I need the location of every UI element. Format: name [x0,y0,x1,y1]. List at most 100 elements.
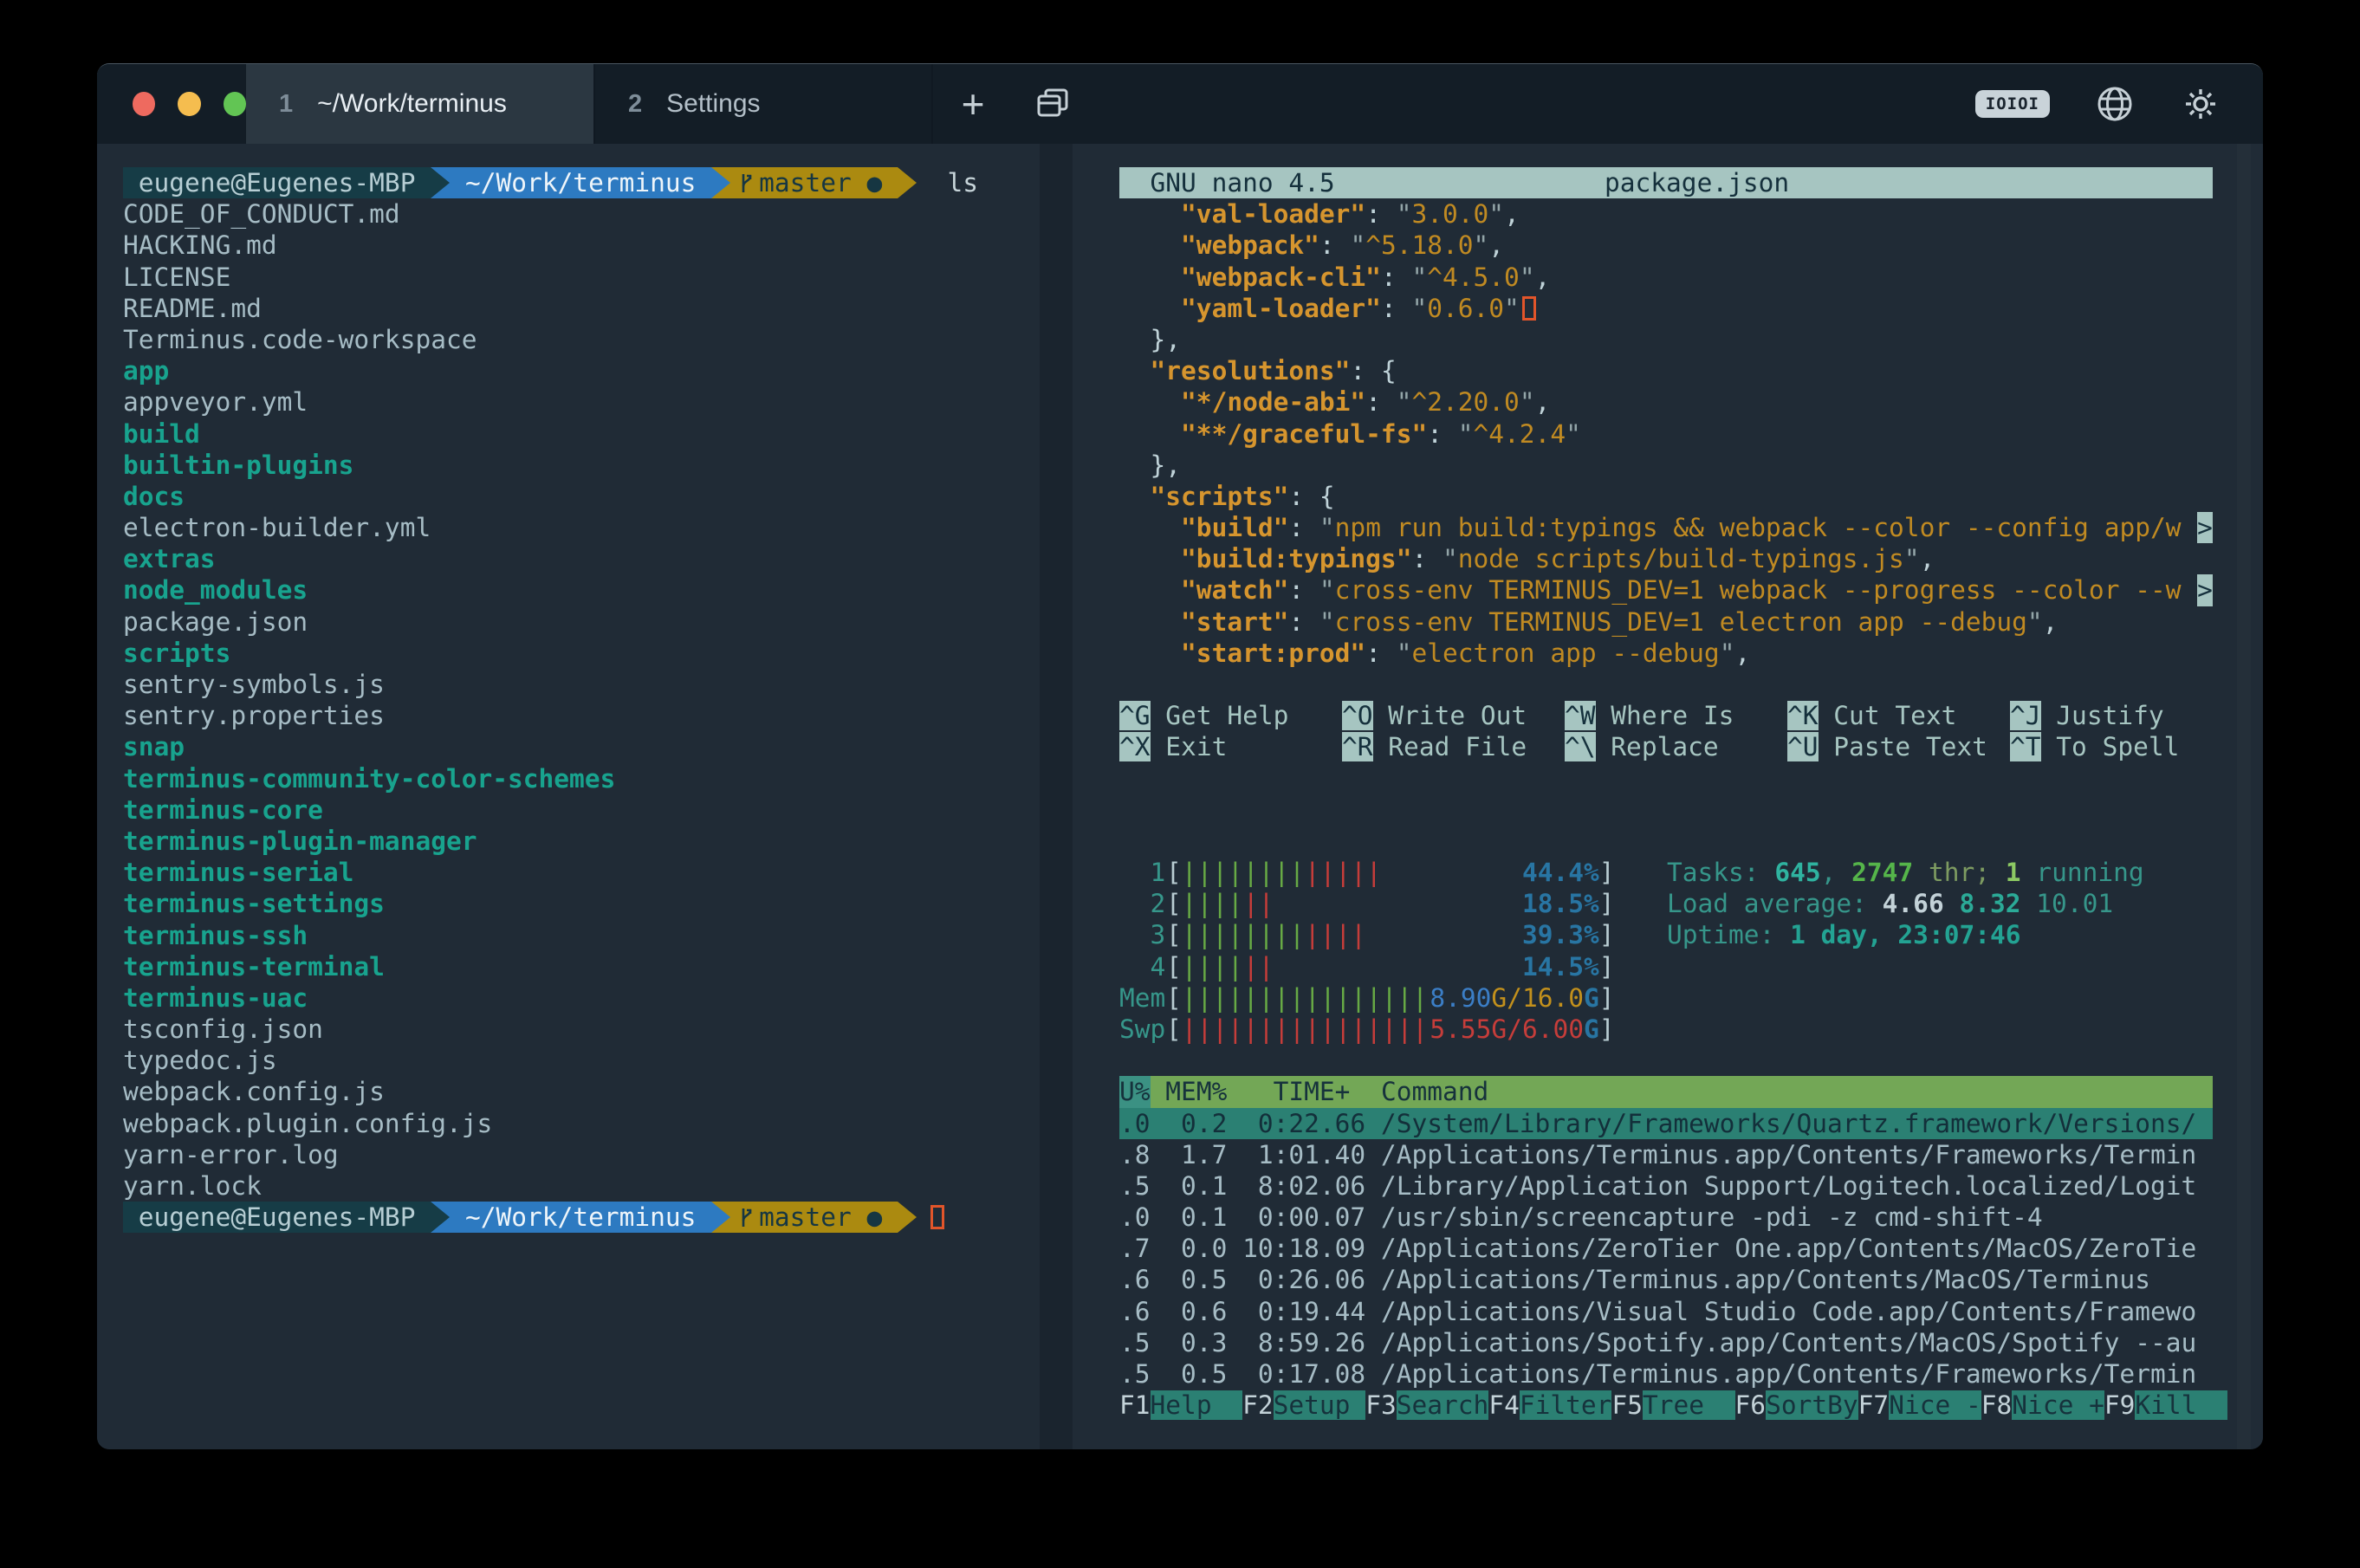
file-list-item: node_modules [123,574,1041,606]
htop-fkey: F4Filter [1488,1390,1611,1421]
tab-work-terminus[interactable]: 1 ~/Work/terminus [246,64,595,144]
shell-prompt: eugene@Eugenes-MBP ~/Work/terminus maste… [123,1202,1041,1233]
process-row[interactable]: .6 0.5 0:26.06 /Applications/Terminus.ap… [1119,1264,2213,1295]
file-list-item: appveyor.yml [123,386,1041,418]
split-pane-icon[interactable] [1013,64,1092,144]
process-row[interactable]: .0 0.2 0:22.66 /System/Library/Framework… [1119,1108,2213,1139]
file-list-item: extras [123,543,1041,574]
htop-table-header[interactable]: U% MEM% TIME+ Command [1119,1076,2213,1107]
htop-fkey: F7Nice - [1858,1390,1981,1421]
tab-title: ~/Work/terminus [317,89,507,119]
tab-number: 1 [279,90,293,119]
file-list-item: terminus-ssh [123,920,1041,951]
globe-icon[interactable] [2095,84,2135,124]
zoom-window-button[interactable] [224,92,246,116]
scrollbar-track[interactable] [2237,144,2251,1449]
prompt-path-segment: ~/Work/terminus [450,167,711,198]
terminus-window: 1 ~/Work/terminus 2 Settings + IOIOI [97,63,2263,1449]
process-row[interactable]: .5 0.5 0:17.08 /Applications/Terminus.ap… [1119,1358,2213,1390]
nano-line: "yaml-loader": "0.6.0" [1119,293,2213,324]
htop-stat-line: Uptime: 1 day, 23:07:46 [1667,919,2144,950]
process-row[interactable]: .0 0.1 0:00.07 /usr/sbin/screencapture -… [1119,1202,2213,1233]
nano-line: "resolutions": { [1119,355,2213,386]
shell-prompt: eugene@Eugenes-MBP ~/Work/terminus maste… [123,167,1041,198]
nano-line: "*/node-abi": "^2.20.0", [1119,386,2213,418]
htop-fkey: F5Tree [1611,1390,1734,1421]
sort-column-header[interactable]: U% [1119,1076,1151,1107]
process-row[interactable]: .8 1.7 1:01.40 /Applications/Terminus.ap… [1119,1139,2213,1170]
nano-shortcut: ^O Write Out [1342,700,1565,731]
new-tab-button[interactable]: + [933,64,1013,144]
cpu-mem-meter: Mem[||||||||||||||||8.90G/16.0G] [1119,982,2213,1014]
file-list-item: sentry-symbols.js [123,669,1041,700]
nano-line: "build:typings": "node scripts/build-typ… [1119,543,2213,574]
file-list-item: scripts [123,638,1041,669]
nano-shortcut: ^\ Replace [1565,731,1787,762]
nano-filename: package.json [1605,167,1789,198]
nano-line: "scripts": { [1119,481,2213,512]
file-list-item: webpack.plugin.config.js [123,1108,1041,1139]
file-list-item: electron-builder.yml [123,512,1041,543]
nano-titlebar: GNU nano 4.5 package.json [1119,167,2213,198]
line-overflow-indicator: > [2197,512,2213,543]
htop-monitor: 1[|||||||||||||44.4%] 2[||||||18.5%] 3[|… [1119,857,2213,1421]
nano-shortcut: ^J Justify [2010,700,2233,731]
file-list-item: terminus-uac [123,982,1041,1014]
serial-icon[interactable]: IOIOI [1975,90,2050,118]
htop-stat-line: Load average: 4.66 8.32 10.01 [1667,888,2144,919]
git-branch-icon [739,172,754,194]
process-row[interactable]: .6 0.6 0:19.44 /Applications/Visual Stud… [1119,1296,2213,1327]
file-list-item: terminus-serial [123,857,1041,888]
tab-title: Settings [666,89,760,119]
htop-fkey: F3Search [1365,1390,1488,1421]
prompt-user-segment: eugene@Eugenes-MBP [123,167,431,198]
line-overflow-indicator: > [2197,574,2213,606]
terminal-cursor [930,1205,944,1229]
nano-line: "webpack": "^5.18.0", [1119,230,2213,261]
gear-icon[interactable] [2180,83,2221,125]
file-list-item: HACKING.md [123,230,1041,261]
nano-shortcut: ^T To Spell [2010,731,2233,762]
tab-number: 2 [628,90,642,119]
nano-line: "val-loader": "3.0.0", [1119,198,2213,230]
nano-line: "webpack-cli": "^4.5.0", [1119,262,2213,293]
nano-line: }, [1119,450,2213,481]
nano-line: "build": "npm run build:typings && webpa… [1119,512,2213,543]
nano-shortcut: ^K Cut Text [1787,700,2010,731]
file-list-item: Terminus.code-workspace [123,324,1041,355]
file-list-item: docs [123,481,1041,512]
minimize-window-button[interactable] [178,92,200,116]
file-list-item: yarn-error.log [123,1139,1041,1170]
cpu-mem-meter: 4[||||||14.5%] [1119,951,2213,982]
nano-editor: GNU nano 4.5 package.json "val-loader": … [1119,167,2213,763]
nano-shortcut: ^R Read File [1342,731,1565,762]
nano-shortcut: ^W Where Is [1565,700,1787,731]
tab-settings[interactable]: 2 Settings [595,64,933,144]
file-list-item: sentry.properties [123,700,1041,731]
process-row[interactable]: .5 0.1 8:02.06 /Library/Application Supp… [1119,1170,2213,1202]
git-branch-icon [739,1206,754,1228]
nano-app-version: GNU nano 4.5 [1119,167,1335,198]
titlebar: 1 ~/Work/terminus 2 Settings + IOIOI [97,64,2263,144]
file-list-item: webpack.config.js [123,1076,1041,1107]
file-list-item: yarn.lock [123,1170,1041,1202]
close-window-button[interactable] [133,92,155,116]
htop-fkey: F8Nice + [1981,1390,2104,1421]
htop-fkey: F6SortBy [1735,1390,1858,1421]
file-list-item: build [123,418,1041,450]
file-list-item: README.md [123,293,1041,324]
file-list-item: CODE_OF_CONDUCT.md [123,198,1041,230]
file-list-item: typedoc.js [123,1045,1041,1076]
file-list-item: terminus-core [123,794,1041,826]
file-list-item: app [123,355,1041,386]
htop-fkey: F2Setup [1242,1390,1365,1421]
nano-line: }, [1119,324,2213,355]
process-row[interactable]: .5 0.3 8:59.26 /Applications/Spotify.app… [1119,1327,2213,1358]
shell-output: eugene@Eugenes-MBP ~/Work/terminus maste… [123,167,1041,1233]
htop-fkey: F9Kill [2104,1390,2227,1421]
nano-line: "**/graceful-fs": "^4.2.4" [1119,418,2213,450]
htop-fkey-bar: F1Help F2Setup F3SearchF4FilterF5Tree F6… [1119,1390,2213,1421]
htop-stat-line: Tasks: 645, 2747 thr; 1 running [1667,857,2144,888]
file-list-item: terminus-community-color-schemes [123,763,1041,794]
process-row[interactable]: .7 0.0 10:18.09 /Applications/ZeroTier O… [1119,1233,2213,1264]
